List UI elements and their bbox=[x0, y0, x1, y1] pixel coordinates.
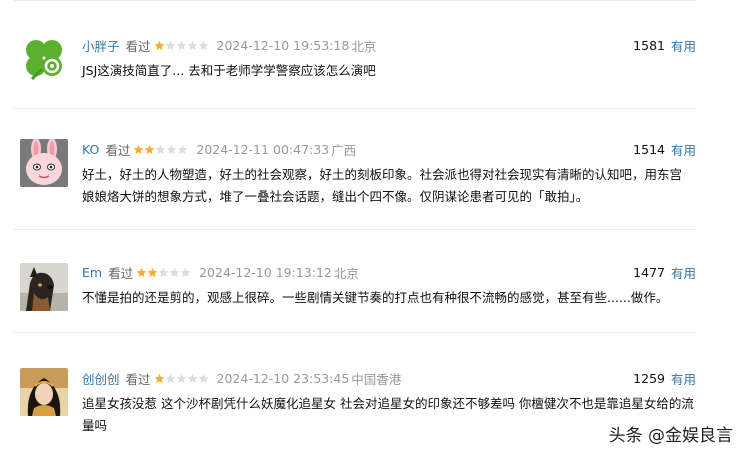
user-avatar[interactable] bbox=[20, 368, 68, 416]
comment-time: 2024-12-10 19:13:12 bbox=[199, 264, 332, 280]
comment-text: 好土，好土的人物塑造，好土的社会观察，好土的刻板印象。社会派也得对社会现实有清晰… bbox=[82, 167, 683, 204]
star-empty-icon bbox=[187, 40, 197, 50]
top-divider bbox=[14, 0, 696, 1]
vote-count: 1259 bbox=[633, 370, 665, 386]
star-filled-icon bbox=[136, 267, 147, 277]
star-filled-icon bbox=[145, 144, 155, 154]
star-empty-icon bbox=[167, 144, 177, 154]
comment-time: 2024-12-10 23:53:45 bbox=[216, 370, 350, 386]
comment-location: 北京 bbox=[333, 265, 359, 281]
star-filled-icon bbox=[147, 267, 158, 277]
bunny-icon bbox=[20, 139, 68, 187]
star-filled-icon bbox=[154, 40, 164, 50]
user-avatar[interactable] bbox=[20, 139, 68, 187]
rating-stars bbox=[154, 40, 209, 51]
rating-stars bbox=[136, 267, 191, 278]
user-avatar[interactable] bbox=[20, 263, 68, 311]
rating-stars bbox=[154, 373, 209, 384]
star-empty-icon bbox=[176, 373, 186, 383]
watch-status: 看过 bbox=[108, 265, 134, 281]
vote-count: 1477 bbox=[633, 264, 665, 280]
comment-text: 不懂是拍的还是剪的，观感上很碎。一些剧情关键节奏的打点也有种很不流畅的感觉，甚至… bbox=[82, 290, 669, 305]
username-link[interactable]: Em bbox=[82, 265, 102, 280]
rating-stars bbox=[133, 144, 188, 155]
useful-button[interactable]: 有用 bbox=[671, 36, 696, 55]
clover-icon bbox=[20, 35, 68, 83]
comment-time: 2024-12-11 00:47:33 bbox=[196, 141, 330, 157]
comment-text: JSJ这演技简直了... 去和于老师学学警察应该怎么演吧 bbox=[82, 63, 376, 78]
comment-location: 北京 bbox=[351, 38, 377, 54]
username-link[interactable]: 创创创 bbox=[82, 369, 120, 388]
star-empty-icon bbox=[198, 40, 208, 50]
portrait-photo bbox=[20, 368, 68, 416]
star-empty-icon bbox=[187, 373, 197, 383]
comment-location: 广西 bbox=[331, 142, 357, 158]
username-link[interactable]: KO bbox=[82, 142, 99, 157]
star-empty-icon bbox=[178, 144, 188, 154]
star-empty-icon bbox=[165, 40, 175, 50]
useful-button[interactable]: 有用 bbox=[671, 263, 696, 282]
comment-divider bbox=[14, 229, 696, 230]
comment-divider bbox=[14, 108, 696, 109]
star-filled-icon bbox=[134, 144, 144, 154]
vote-count: 1514 bbox=[633, 141, 665, 157]
star-empty-icon bbox=[198, 373, 208, 383]
star-empty-icon bbox=[180, 267, 191, 277]
username-link[interactable]: 小胖子 bbox=[82, 36, 120, 55]
star-empty-icon bbox=[165, 373, 175, 383]
vote-count: 1581 bbox=[633, 37, 665, 53]
star-empty-icon bbox=[156, 144, 166, 154]
star-filled-icon bbox=[154, 373, 164, 383]
dog-photo bbox=[20, 263, 68, 311]
watch-status: 看过 bbox=[105, 142, 131, 158]
comment-divider bbox=[14, 332, 696, 333]
user-avatar[interactable] bbox=[20, 35, 68, 83]
star-empty-icon bbox=[176, 40, 186, 50]
watch-status: 看过 bbox=[125, 38, 151, 54]
comment-location: 中国香港 bbox=[351, 371, 402, 387]
comment-time: 2024-12-10 19:53:18 bbox=[216, 37, 350, 53]
watermark-text: 头条 @金娱良言 bbox=[608, 426, 733, 446]
comment-text: 追星女孩没惹 这个沙杯剧凭什么妖魔化追星女 社会对追星女的印象还不够差吗 你檀健… bbox=[82, 396, 694, 433]
watermark: 头条 @金娱良言 bbox=[609, 421, 733, 446]
star-empty-icon bbox=[169, 267, 180, 277]
watch-status: 看过 bbox=[125, 371, 151, 387]
useful-button[interactable]: 有用 bbox=[671, 140, 696, 159]
useful-button[interactable]: 有用 bbox=[671, 369, 696, 388]
star-empty-icon bbox=[158, 267, 169, 277]
